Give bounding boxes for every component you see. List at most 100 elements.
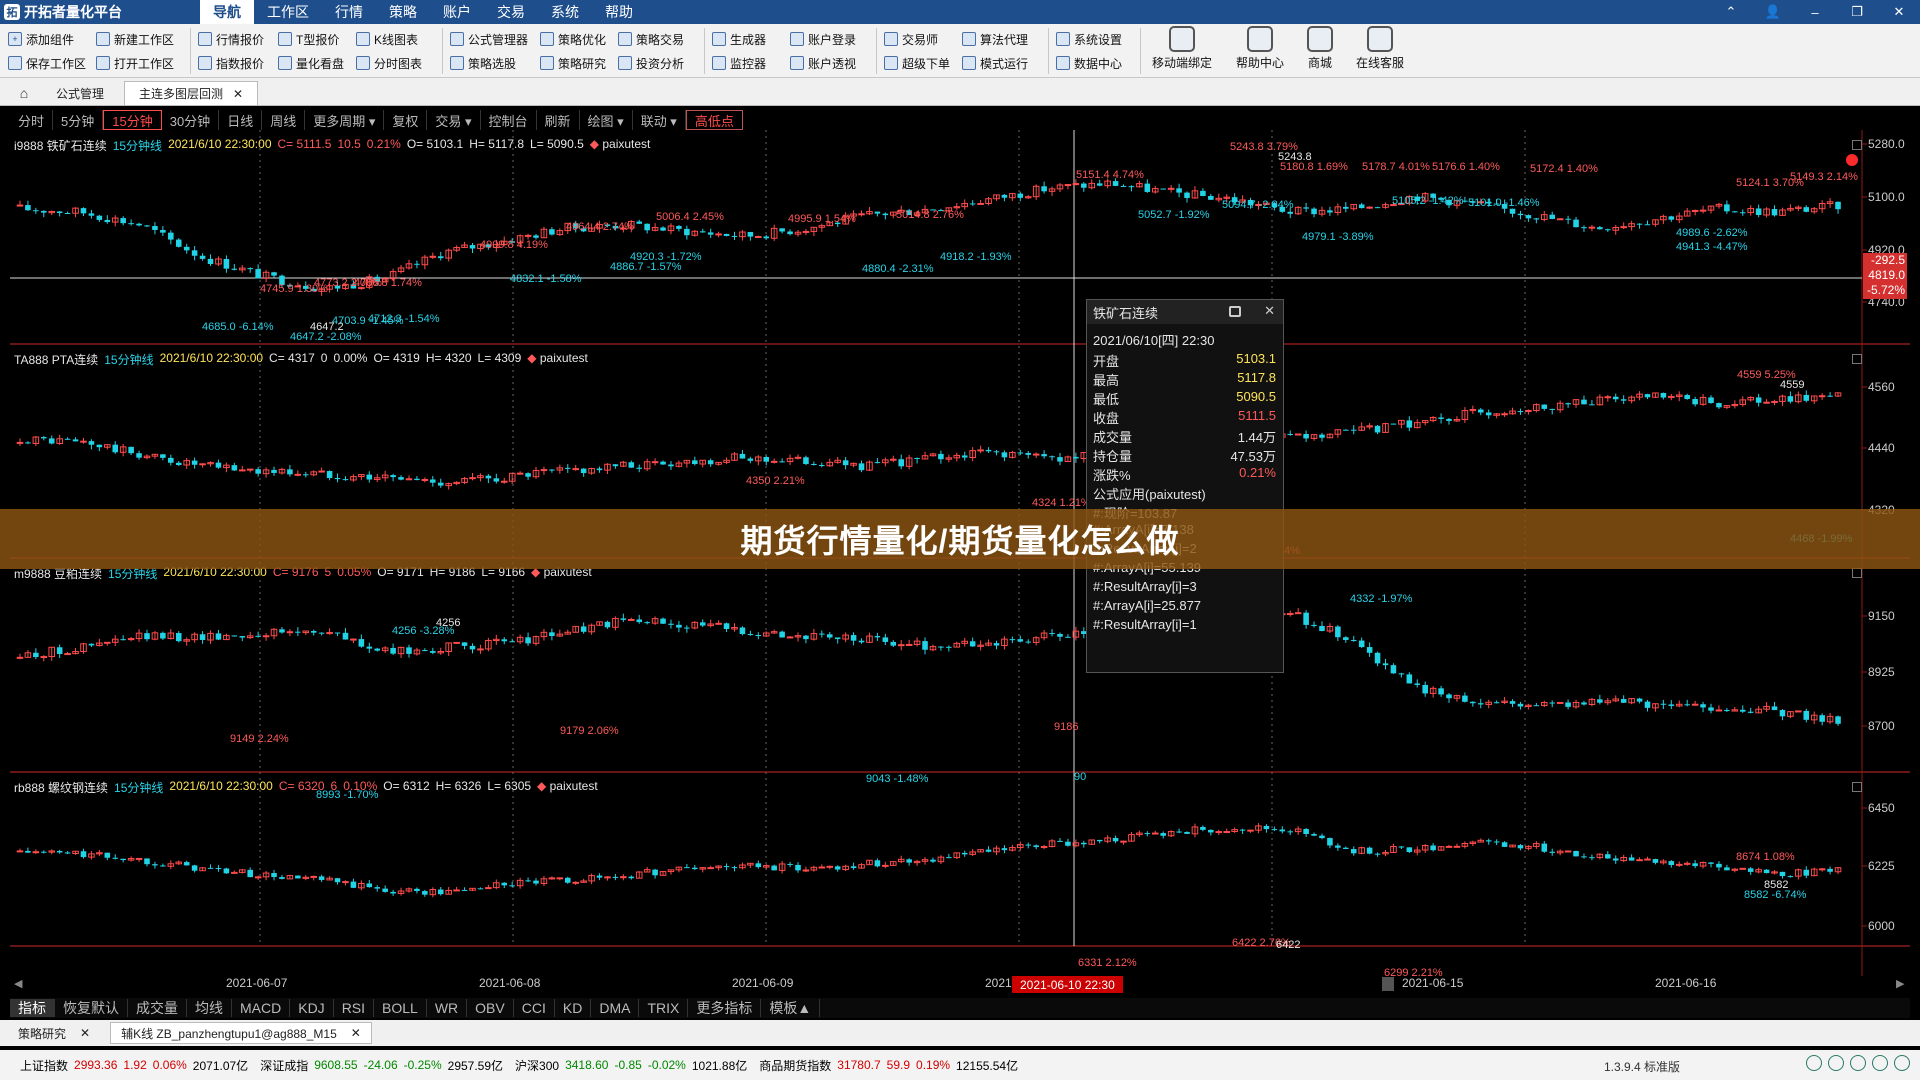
- data-center-button[interactable]: 数据中心: [1056, 52, 1122, 74]
- pane-maximize-icon[interactable]: [1852, 140, 1862, 150]
- close-icon[interactable]: ✕: [233, 87, 243, 101]
- indicator-0[interactable]: 指标: [10, 999, 55, 1017]
- add-component-button[interactable]: + 添加组件: [8, 28, 74, 50]
- stock-screen-button[interactable]: 策略选股: [450, 52, 516, 74]
- system-settings-button[interactable]: 系统设置: [1056, 28, 1122, 50]
- strategy-optimize-button[interactable]: 策略优化: [540, 28, 606, 50]
- menu-nav[interactable]: 导航: [200, 0, 254, 24]
- adjust-button[interactable]: 复权: [384, 110, 428, 130]
- scroll-left-icon[interactable]: ◀: [14, 977, 22, 990]
- tab-formula-manage[interactable]: 公式管理: [42, 81, 118, 105]
- help-center-button[interactable]: 帮助中心: [1228, 26, 1292, 76]
- indicator-6[interactable]: RSI: [334, 999, 375, 1017]
- strategy-trade-button[interactable]: 策略交易: [618, 28, 684, 50]
- tab-strategy-research[interactable]: 策略研究 ✕: [8, 1022, 100, 1044]
- refresh-button[interactable]: 刷新: [537, 110, 580, 130]
- timeshare-chart-button[interactable]: 分时图表: [356, 52, 422, 74]
- indicator-14[interactable]: 更多指标: [688, 999, 762, 1017]
- settings-icon[interactable]: [1894, 1055, 1910, 1071]
- t-quote-button[interactable]: T型报价: [278, 28, 339, 50]
- period-15min[interactable]: 15分钟: [103, 110, 162, 130]
- indicator-9[interactable]: OBV: [467, 999, 514, 1017]
- indicator-15[interactable]: 模板▲: [761, 999, 821, 1017]
- new-workspace-button[interactable]: 新建工作区: [96, 28, 174, 50]
- pane-maximize-icon[interactable]: [1852, 568, 1862, 578]
- indicator-4[interactable]: MACD: [232, 999, 291, 1017]
- monitor-button[interactable]: 监控器: [712, 52, 766, 74]
- candle-body: [16, 656, 24, 659]
- period-5min[interactable]: 5分钟: [53, 110, 104, 130]
- menu-account[interactable]: 账户: [430, 0, 484, 24]
- close-button[interactable]: ✕: [1878, 0, 1920, 24]
- store-button[interactable]: 商城: [1288, 26, 1352, 76]
- generator-button[interactable]: 生成器: [712, 28, 766, 50]
- menu-workspace[interactable]: 工作区: [254, 0, 322, 24]
- indicator-3[interactable]: 均线: [187, 999, 232, 1017]
- tab-sub-kline[interactable]: 辅K线 ZB_panzhengtupu1@ag888_M15 ✕: [110, 1022, 372, 1044]
- period-more-dropdown[interactable]: 更多周期 ▾: [305, 110, 385, 130]
- indicator-8[interactable]: WR: [427, 999, 468, 1017]
- collapse-icon[interactable]: ⌃: [1710, 0, 1752, 24]
- menu-help[interactable]: 帮助: [592, 0, 646, 24]
- period-timeshare[interactable]: 分时: [10, 110, 54, 130]
- maximize-button[interactable]: ❐: [1836, 0, 1878, 24]
- scroll-thumb[interactable]: [1382, 977, 1394, 991]
- chat-icon[interactable]: [1872, 1055, 1888, 1071]
- pane-maximize-icon[interactable]: [1852, 782, 1862, 792]
- menu-system[interactable]: 系统: [538, 0, 592, 24]
- indicator-7[interactable]: BOLL: [374, 999, 427, 1017]
- lock-icon[interactable]: [1229, 306, 1241, 317]
- online-service-button[interactable]: 在线客服: [1348, 26, 1412, 76]
- trader-button[interactable]: 交易师: [884, 28, 938, 50]
- alert-dot-icon[interactable]: [1846, 154, 1858, 166]
- investment-analysis-button[interactable]: 投资分析: [618, 52, 684, 74]
- pane-maximize-icon[interactable]: [1852, 354, 1862, 364]
- period-weekly[interactable]: 周线: [262, 110, 306, 130]
- user-icon[interactable]: 👤: [1752, 0, 1794, 24]
- account-view-button[interactable]: 账户透视: [790, 52, 856, 74]
- strategy-research-button[interactable]: 策略研究: [540, 52, 606, 74]
- super-order-button[interactable]: 超级下单: [884, 52, 950, 74]
- indicator-1[interactable]: 恢复默认: [55, 999, 128, 1017]
- minimize-button[interactable]: –: [1794, 0, 1836, 24]
- indicator-13[interactable]: TRIX: [639, 999, 689, 1017]
- mode-run-button[interactable]: 模式运行: [962, 52, 1028, 74]
- menu-trade[interactable]: 交易: [484, 0, 538, 24]
- indicator-5[interactable]: KDJ: [290, 999, 334, 1017]
- user-icon[interactable]: [1828, 1055, 1844, 1071]
- algo-agent-button[interactable]: 算法代理: [962, 28, 1028, 50]
- menu-quotes[interactable]: 行情: [322, 0, 376, 24]
- close-icon[interactable]: ✕: [1264, 303, 1275, 319]
- indicator-10[interactable]: CCI: [514, 999, 555, 1017]
- period-30min[interactable]: 30分钟: [162, 110, 220, 130]
- close-icon[interactable]: ✕: [80, 1026, 90, 1040]
- home-icon[interactable]: ⌂: [12, 81, 36, 105]
- tooltip-header[interactable]: 铁矿石连续 ✕: [1087, 300, 1283, 324]
- formula-manager-button[interactable]: 公式管理器: [450, 28, 528, 50]
- mobile-bind-button[interactable]: 移动端绑定: [1150, 26, 1214, 76]
- account-login-button[interactable]: 账户登录: [790, 28, 856, 50]
- open-workspace-button[interactable]: 打开工作区: [96, 52, 174, 74]
- tab-multi-layer-backtest[interactable]: 主连多图层回测 ✕: [124, 81, 259, 105]
- group-icon[interactable]: [1850, 1055, 1866, 1071]
- indicator-2[interactable]: 成交量: [128, 999, 187, 1017]
- index-quote-button[interactable]: 指数报价: [198, 52, 264, 74]
- draw-dropdown[interactable]: 绘图 ▾: [580, 110, 633, 130]
- quant-board-button[interactable]: 量化看盘: [278, 52, 344, 74]
- indicator-12[interactable]: DMA: [591, 999, 640, 1017]
- link-dropdown[interactable]: 联动 ▾: [633, 110, 686, 130]
- close-icon[interactable]: ✕: [351, 1026, 361, 1040]
- console-button[interactable]: 控制台: [481, 110, 537, 130]
- kline-chart-button[interactable]: K线图表: [356, 28, 418, 50]
- candle-body: [1343, 637, 1349, 640]
- menu-strategy[interactable]: 策略: [376, 0, 430, 24]
- quote-list-button[interactable]: 行情报价: [198, 28, 264, 50]
- candle-body: [834, 866, 841, 870]
- scroll-right-icon[interactable]: ▶: [1896, 977, 1904, 990]
- list-icon[interactable]: [1806, 1055, 1822, 1071]
- period-daily[interactable]: 日线: [219, 110, 263, 130]
- indicator-11[interactable]: KD: [555, 999, 592, 1017]
- high-low-button[interactable]: 高低点: [685, 110, 743, 130]
- trade-dropdown[interactable]: 交易 ▾: [427, 110, 481, 130]
- save-workspace-button[interactable]: 保存工作区: [8, 52, 86, 74]
